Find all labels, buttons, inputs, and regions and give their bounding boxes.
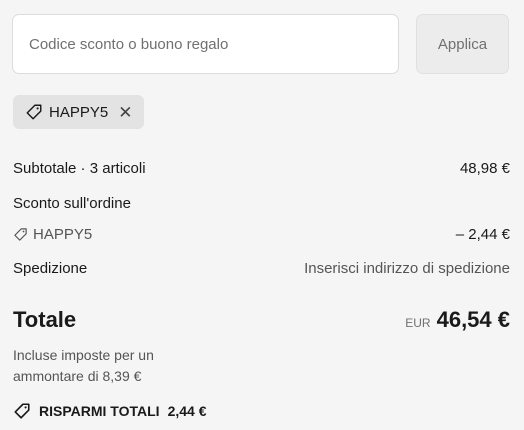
tax-note: Incluse imposte per un ammontare di 8,39… (13, 347, 154, 384)
savings-tag-icon (13, 402, 31, 420)
savings-label: RISPARMI TOTALI (39, 403, 160, 419)
total-savings: RISPARMI TOTALI 2,44 € (13, 402, 207, 420)
subtotal-row: Subtotale · 3 articoli 48,98 € (13, 160, 510, 177)
apply-button[interactable]: Applica (416, 14, 509, 74)
subtotal-label: Subtotale · 3 articoli (13, 160, 146, 177)
close-icon[interactable]: ✕ (118, 104, 132, 121)
discount-value: – 2,44 € (455, 226, 510, 243)
order-discount-label: Sconto sull'ordine (13, 195, 131, 212)
total-row: Totale EUR 46,54 € (13, 307, 510, 337)
applied-code-chip: HAPPY5 ✕ (13, 95, 145, 129)
total-label: Totale (13, 307, 77, 332)
discount-code-label: HAPPY5 (33, 226, 93, 243)
applied-code-label: HAPPY5 (49, 103, 109, 121)
subtotal-value: 48,98 € (459, 160, 510, 177)
discount-code-input[interactable] (12, 14, 399, 74)
shipping-label: Spedizione (13, 260, 88, 277)
shipping-row: Spedizione Inserisci indirizzo di spediz… (13, 260, 510, 277)
discount-code-form: Applica (12, 14, 509, 76)
total-currency: EUR (405, 316, 431, 330)
order-discount-row: Sconto sull'ordine (13, 195, 510, 212)
tag-icon (25, 103, 43, 121)
savings-value: 2,44 € (167, 403, 207, 419)
tag-icon (13, 227, 28, 242)
shipping-value: Inserisci indirizzo di spedizione (304, 260, 510, 277)
discount-code-row: HAPPY5 – 2,44 € (13, 226, 510, 246)
total-amount: 46,54 € (436, 307, 510, 332)
